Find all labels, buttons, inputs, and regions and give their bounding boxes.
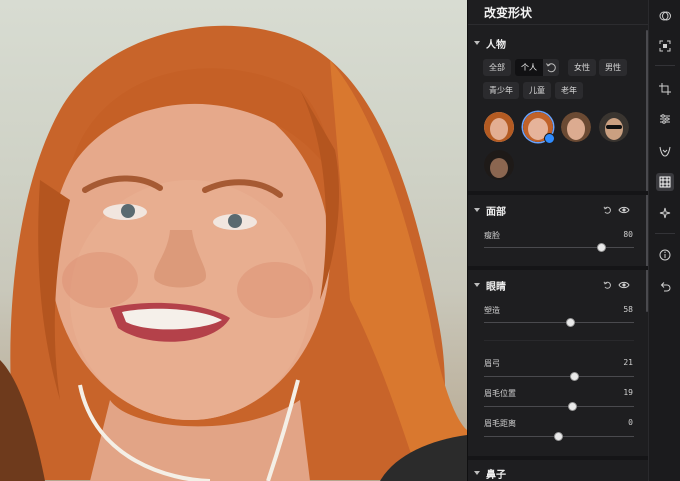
slider-track-brow-position[interactable]: [484, 406, 634, 407]
face-retouch-button[interactable]: [656, 142, 674, 160]
slider-label-brow-distance: 眉毛距离: [484, 419, 516, 428]
face-thumbnail-image: [561, 112, 591, 142]
people-section-header[interactable]: 人物: [474, 36, 506, 51]
filter-reset-button[interactable]: [543, 59, 559, 76]
slider-track-slim-face[interactable]: [484, 247, 634, 248]
panel-title: 改变形状: [484, 6, 533, 20]
slider-handle-slim-face[interactable]: [597, 243, 606, 252]
face-thumb-1[interactable]: [484, 112, 514, 142]
face-section-header[interactable]: 面部: [474, 203, 506, 218]
undo-icon: [660, 282, 671, 292]
reshape-button[interactable]: [656, 173, 674, 191]
slider-label-slim-face: 瘦脸: [484, 231, 500, 240]
reshape-icon: [659, 176, 671, 188]
enhance-button[interactable]: [656, 204, 674, 222]
adjust-button[interactable]: [656, 110, 674, 128]
slider-value-brow-arch[interactable]: 21: [603, 358, 633, 367]
chevron-down-icon: [474, 471, 480, 475]
toolbar-divider: [655, 65, 675, 66]
title-divider: [468, 24, 649, 25]
slider-handle-brow-distance[interactable]: [554, 432, 563, 441]
crop-button[interactable]: [656, 80, 674, 98]
face-section-actions: [602, 203, 630, 217]
toolbar-divider: [655, 233, 675, 234]
crop-icon: [659, 83, 671, 95]
eye-icon[interactable]: [618, 205, 630, 215]
filter-child[interactable]: 儿童: [523, 82, 551, 99]
chevron-down-icon: [474, 208, 480, 212]
section-divider: [468, 456, 649, 460]
face-thumb-3[interactable]: [561, 112, 591, 142]
chevron-down-icon: [474, 41, 480, 45]
photo-canvas[interactable]: [0, 0, 467, 481]
filter-teen[interactable]: 青少年: [483, 82, 519, 99]
face-thumbnail-image: [599, 112, 629, 142]
nose-section-header[interactable]: 鼻子: [474, 466, 506, 481]
filter-senior[interactable]: 老年: [555, 82, 583, 99]
slider-value-brow-position[interactable]: 19: [603, 388, 633, 397]
section-divider: [468, 266, 649, 270]
tool-sidebar: [648, 0, 680, 481]
slider-value-shape[interactable]: 58: [603, 305, 633, 314]
portrait-image: [0, 25, 467, 481]
people-section-label: 人物: [486, 39, 506, 51]
eyes-section-header[interactable]: 眼睛: [474, 278, 506, 293]
undo-button[interactable]: [656, 278, 674, 296]
slider-track-shape[interactable]: [484, 322, 634, 323]
info-icon: [659, 249, 671, 261]
slider-value-brow-distance[interactable]: 0: [603, 418, 633, 427]
face-thumb-5[interactable]: [484, 150, 514, 180]
adjust-sliders-icon: [660, 114, 670, 124]
filter-all[interactable]: 全部: [483, 59, 511, 76]
slider-track-brow-arch[interactable]: [484, 376, 634, 377]
filter-female[interactable]: 女性: [568, 59, 596, 76]
subsection-divider: [484, 340, 634, 341]
info-button[interactable]: [656, 246, 674, 264]
face-thumbnail-image: [484, 112, 514, 142]
face-section-label: 面部: [486, 206, 506, 218]
filter-male[interactable]: 男性: [599, 59, 627, 76]
eye-icon[interactable]: [618, 280, 630, 290]
nose-section-label: 鼻子: [486, 469, 506, 481]
slider-handle-brow-position[interactable]: [568, 402, 577, 411]
layers-icon: [659, 11, 671, 21]
chevron-down-icon: [474, 283, 480, 287]
slider-handle-shape[interactable]: [566, 318, 575, 327]
eyes-section-actions: [602, 278, 630, 292]
slider-label-brow-arch: 眉弓: [484, 359, 500, 368]
face-retouch-icon: [659, 146, 671, 157]
slider-handle-brow-arch[interactable]: [570, 372, 579, 381]
reshape-panel: 改变形状 人物 全部 个人 女性 男性 青少年 儿童 老年 面部 瘦脸 80 眼…: [467, 0, 649, 481]
layers-button[interactable]: [656, 7, 674, 25]
reset-icon[interactable]: [602, 280, 612, 290]
select-subject-icon: [659, 40, 671, 52]
eyes-section-label: 眼睛: [486, 281, 506, 293]
filter-individual[interactable]: 个人: [515, 59, 543, 76]
section-divider: [468, 191, 649, 195]
slider-label-brow-position: 眉毛位置: [484, 389, 516, 398]
face-thumb-4[interactable]: [599, 112, 629, 142]
slider-value-slim-face[interactable]: 80: [603, 230, 633, 239]
reset-icon[interactable]: [602, 205, 612, 215]
sparkle-icon: [659, 207, 671, 219]
selected-check-icon: [544, 133, 555, 144]
reset-icon: [546, 63, 556, 73]
select-subject-button[interactable]: [656, 37, 674, 55]
face-thumbnail-image: [484, 150, 514, 180]
slider-label-shape: 塑造: [484, 306, 500, 315]
